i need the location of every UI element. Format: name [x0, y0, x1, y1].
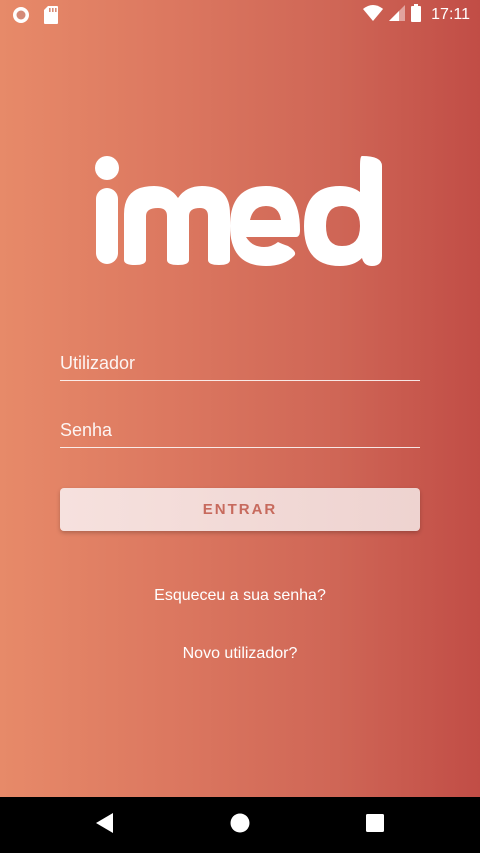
recents-icon [365, 813, 385, 838]
login-screen: 17:11 ENTRAR Esqueceu a sua senha? Nov [0, 0, 480, 797]
forgot-password-link[interactable]: Esqueceu a sua senha? [0, 587, 480, 605]
status-bar-left [12, 6, 58, 29]
sd-card-icon [44, 6, 58, 29]
status-time: 17:11 [431, 6, 470, 23]
login-button[interactable]: ENTRAR [60, 488, 420, 531]
cellular-signal-icon [389, 4, 406, 26]
status-bar: 17:11 [0, 0, 480, 30]
back-button[interactable] [91, 811, 119, 839]
new-user-link[interactable]: Novo utilizador? [0, 645, 480, 663]
navigation-bar [0, 797, 480, 853]
battery-icon [411, 3, 422, 27]
imed-logo [92, 152, 388, 270]
wifi-icon [363, 4, 384, 26]
username-input[interactable] [60, 353, 420, 374]
username-field [60, 334, 420, 381]
recents-button[interactable] [361, 811, 389, 839]
back-icon [95, 812, 115, 839]
notification-circle-icon [12, 6, 30, 29]
password-field [60, 401, 420, 448]
password-input[interactable] [60, 420, 420, 441]
home-button[interactable] [226, 811, 254, 839]
home-icon [229, 812, 251, 839]
status-bar-right: 17:11 [363, 3, 470, 27]
